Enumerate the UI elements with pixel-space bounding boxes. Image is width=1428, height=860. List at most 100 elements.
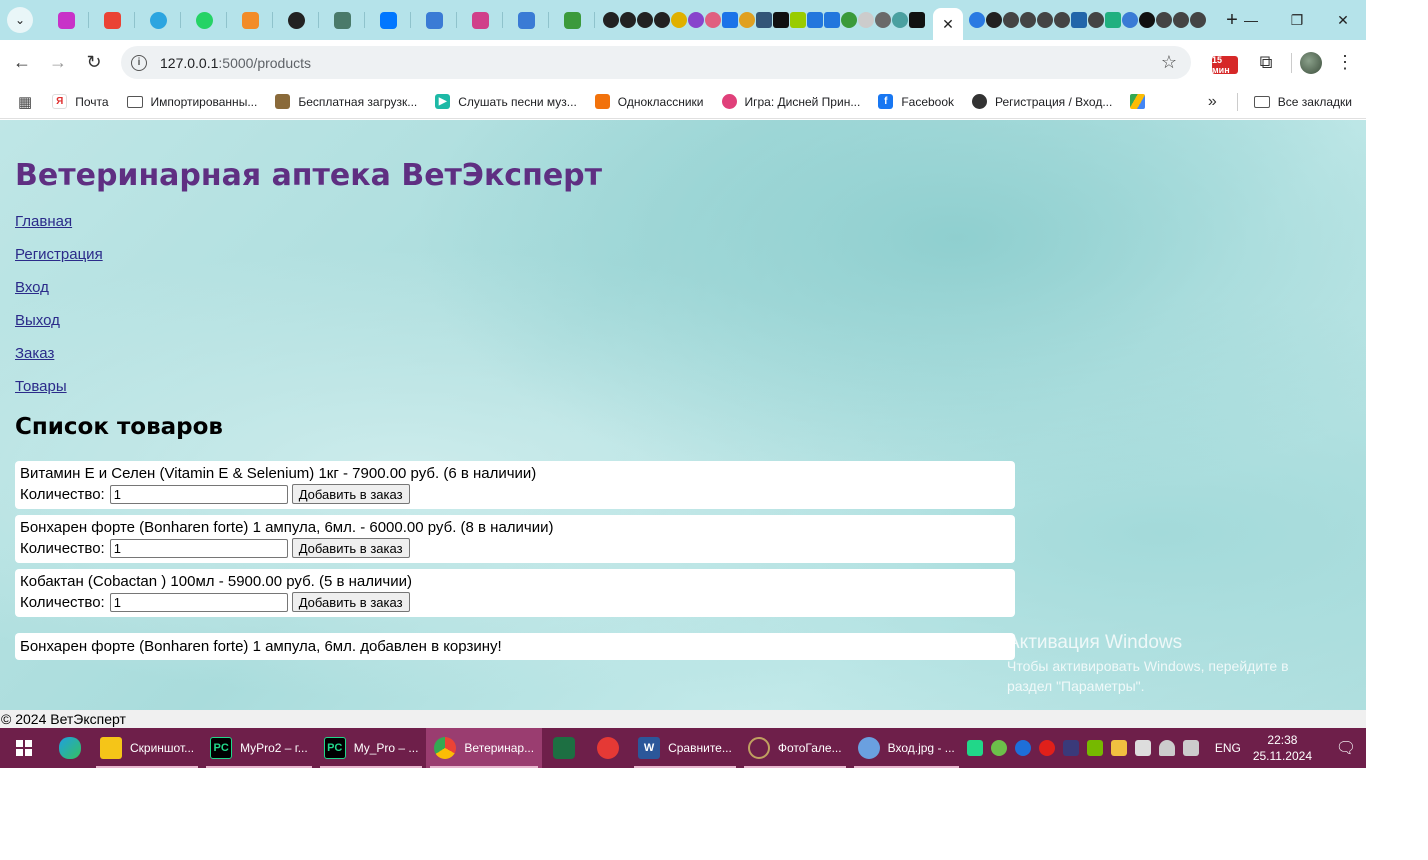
nav-link-login[interactable]: Вход [15, 279, 103, 312]
tray-app-icon[interactable] [1110, 740, 1127, 756]
timer-extension-button[interactable]: 15 мин [1211, 52, 1239, 75]
app-icon[interactable] [705, 12, 721, 28]
opera-icon[interactable] [1038, 740, 1055, 756]
taskbar-item-word[interactable]: W Сравните... [630, 728, 740, 768]
start-button[interactable] [0, 728, 48, 768]
quantity-input[interactable] [109, 538, 288, 558]
app-icon[interactable] [824, 12, 840, 28]
restore-button[interactable]: ❐ [1274, 0, 1320, 40]
nvidia-icon[interactable] [1086, 740, 1103, 756]
apps-grid-icon[interactable]: ▦ [18, 93, 32, 111]
address-bar[interactable]: i 127.0.0.1:5000/products ☆ [121, 46, 1191, 79]
github-icon[interactable] [1020, 12, 1036, 28]
app-icon[interactable] [1122, 12, 1138, 28]
taskbar-item-chrome[interactable]: Ветеринар... [426, 728, 543, 768]
pinned-tab[interactable] [411, 0, 457, 40]
forward-button[interactable]: → [40, 45, 76, 81]
bluetooth-icon[interactable] [1014, 740, 1031, 756]
github-icon[interactable] [1088, 12, 1104, 28]
bookmark-item[interactable]: Игра: Дисней Прин... [721, 94, 860, 109]
quantity-input[interactable] [109, 484, 288, 504]
app-icon[interactable] [841, 12, 857, 28]
back-button[interactable]: ← [4, 45, 40, 81]
taskbar-excel[interactable] [542, 728, 586, 768]
app-icon[interactable] [688, 12, 704, 28]
taskbar-edge[interactable] [48, 728, 92, 768]
taskbar-item-pycharm-1[interactable]: PC MyPro2 – г... [202, 728, 316, 768]
pinned-tab[interactable] [549, 0, 595, 40]
profile-avatar[interactable] [1300, 51, 1322, 74]
pinned-tab[interactable] [89, 0, 135, 40]
github-icon[interactable] [620, 12, 636, 28]
app-icon[interactable] [671, 12, 687, 28]
github-icon[interactable] [1190, 12, 1206, 28]
taskbar-item-photo-gallery[interactable]: ФотоГале... [740, 728, 850, 768]
app-icon[interactable] [909, 12, 925, 28]
taskbar-item-paint[interactable]: Вход.jpg - ... [850, 728, 963, 768]
app-icon[interactable] [1105, 12, 1121, 28]
site-info-icon[interactable]: i [131, 54, 147, 71]
pinned-tab[interactable] [227, 0, 273, 40]
pinned-tab[interactable] [181, 0, 227, 40]
app-icon[interactable] [986, 12, 1002, 28]
tray-app-icon[interactable] [990, 740, 1007, 756]
app-icon[interactable] [892, 12, 908, 28]
app-icon[interactable] [756, 12, 772, 28]
pinned-tab[interactable] [273, 0, 319, 40]
more-bookmarks-icon[interactable]: » [1208, 93, 1217, 111]
pinned-tab[interactable] [457, 0, 503, 40]
battery-icon[interactable] [1134, 740, 1151, 756]
app-icon[interactable] [807, 12, 823, 28]
quantity-input[interactable] [109, 592, 288, 612]
clock[interactable]: 22:38 25.11.2024 [1253, 732, 1312, 764]
pinned-tab[interactable] [319, 0, 365, 40]
bookmark-star-icon[interactable]: ☆ [1161, 52, 1177, 73]
app-icon[interactable] [739, 12, 755, 28]
github-icon[interactable] [654, 12, 670, 28]
url-text[interactable]: 127.0.0.1:5000/products [160, 55, 311, 71]
bookmark-item[interactable]: Бесплатная загрузк... [275, 94, 417, 109]
bookmark-item[interactable]: ▶ Слушать песни муз... [435, 94, 577, 109]
taskbar-app[interactable] [586, 728, 630, 768]
app-icon[interactable] [790, 12, 806, 28]
github-icon[interactable] [637, 12, 653, 28]
pinned-tab[interactable] [503, 0, 549, 40]
github-icon[interactable] [1003, 12, 1019, 28]
bookmark-item[interactable]: Я Почта [52, 94, 109, 109]
all-bookmarks-button[interactable]: Все закладки [1253, 95, 1352, 109]
github-icon[interactable] [1054, 12, 1070, 28]
github-icon[interactable] [603, 12, 619, 28]
nav-link-order[interactable]: Заказ [15, 345, 103, 378]
notification-center-button[interactable]: 🗨 [1326, 728, 1366, 768]
bookmark-item[interactable]: f Facebook [878, 94, 954, 109]
app-icon[interactable] [773, 12, 789, 28]
bookmark-item[interactable]: Регистрация / Вход... [972, 94, 1112, 109]
reload-button[interactable]: ↻ [76, 45, 112, 81]
bookmark-item[interactable]: Одноклассники [594, 94, 704, 109]
github-icon[interactable] [1156, 12, 1172, 28]
tray-app-icon[interactable] [1062, 740, 1079, 756]
language-indicator[interactable]: ENG [1215, 741, 1241, 755]
app-icon[interactable] [858, 12, 874, 28]
bookmark-item[interactable]: Импортированны... [126, 95, 257, 109]
minimize-button[interactable]: — [1228, 0, 1274, 40]
pinned-tab[interactable] [135, 0, 181, 40]
app-icon[interactable] [969, 12, 985, 28]
taskbar-item-explorer[interactable]: Скриншот... [92, 728, 202, 768]
app-icon[interactable] [1139, 12, 1155, 28]
taskbar-item-pycharm-2[interactable]: PC My_Pro – ... [316, 728, 427, 768]
add-to-order-button[interactable]: Добавить в заказ [291, 484, 410, 504]
add-to-order-button[interactable]: Добавить в заказ [291, 592, 410, 612]
github-icon[interactable] [1037, 12, 1053, 28]
pinned-tab[interactable] [365, 0, 411, 40]
bookmark-item[interactable] [1130, 94, 1153, 109]
tray-app-icon[interactable] [966, 740, 983, 756]
nav-link-logout[interactable]: Выход [15, 312, 103, 345]
github-icon[interactable] [1173, 12, 1189, 28]
pinned-tab[interactable] [43, 0, 89, 40]
extensions-button[interactable]: ⧉ [1249, 52, 1283, 73]
volume-icon[interactable] [1182, 740, 1199, 756]
active-tab[interactable]: ✕ [933, 8, 963, 40]
nav-link-home[interactable]: Главная [15, 213, 103, 246]
close-window-button[interactable]: ✕ [1320, 0, 1366, 40]
